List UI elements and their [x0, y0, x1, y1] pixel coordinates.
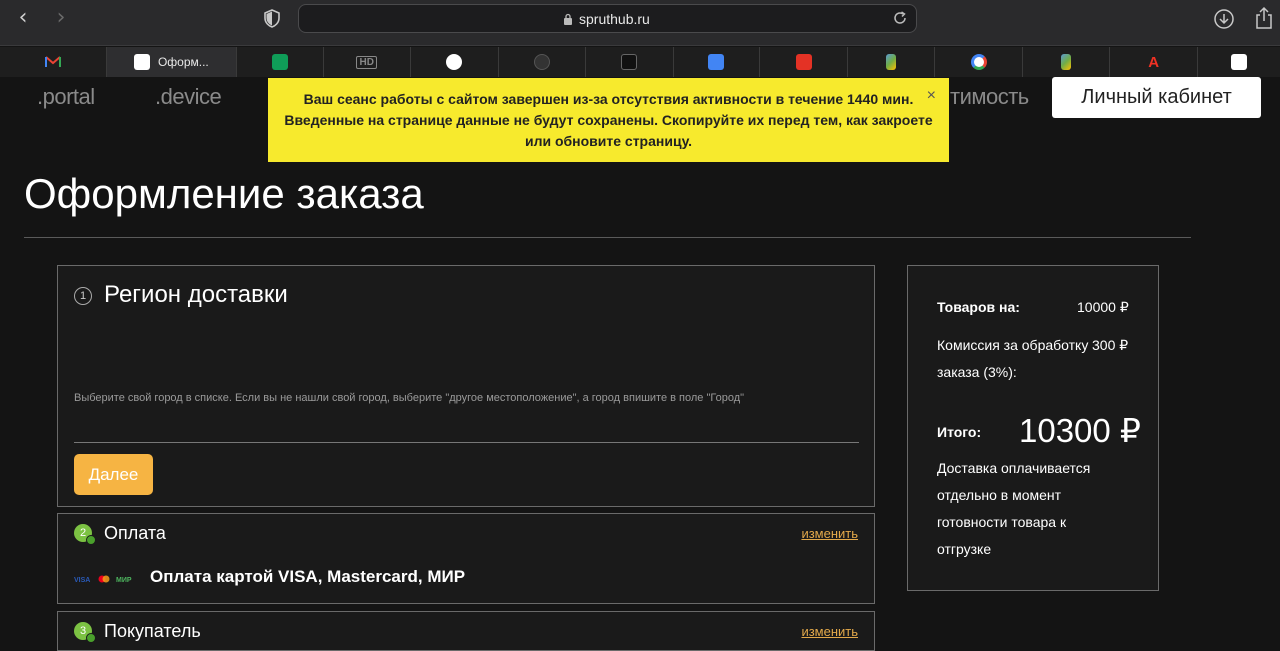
tab-arrow[interactable] [411, 47, 499, 77]
tab-bar: Оформ... HD A [0, 47, 1280, 77]
forward-button[interactable]: › [49, 7, 73, 31]
hd-icon: HD [356, 55, 377, 69]
fee-label-2: заказа (3%): [937, 364, 1017, 380]
delivery-region-panel: 1 Регион доставки Выберите свой город в … [57, 265, 875, 507]
tab-aliexpress[interactable] [760, 47, 849, 77]
svg-text:VISA: VISA [74, 577, 90, 584]
goods-label: Товаров на: [937, 299, 1020, 315]
alert-line-3: или обновите страницу. [524, 133, 693, 149]
spruthub-favicon [1231, 54, 1248, 70]
title-divider [24, 237, 1191, 238]
total-label: Итого: [937, 424, 982, 440]
buyer-panel: 3 Покупатель изменить [57, 611, 875, 651]
payment-title: Оплата [104, 523, 166, 543]
google-sheets-icon [271, 54, 288, 70]
account-button[interactable]: Личный кабинет [1052, 77, 1261, 118]
step-done-badge: 2 [74, 524, 96, 545]
tab-sheets[interactable] [237, 47, 324, 77]
total-value: 10300 ₽ [1019, 412, 1141, 449]
tab-hd[interactable]: HD [324, 47, 411, 77]
back-button[interactable]: ‹ [11, 7, 35, 31]
alert-line-2: Введенные на странице данные не будут со… [284, 112, 933, 128]
spruthub-favicon [133, 54, 150, 70]
bomb-icon [533, 54, 550, 70]
change-buyer-link[interactable]: изменить [801, 624, 858, 639]
svg-text:МИР: МИР [116, 577, 132, 584]
tab-gmail[interactable] [0, 47, 107, 77]
nav-portal[interactable]: .portal [37, 84, 95, 110]
privacy-shield-icon[interactable] [263, 9, 281, 28]
tab-translate[interactable] [674, 47, 761, 77]
delivery-note: Доставка оплачивается отдельно в момент … [937, 460, 1091, 557]
city-input[interactable] [74, 442, 859, 443]
tab-alfabank[interactable]: A [1110, 47, 1199, 77]
google-translate-icon [708, 54, 725, 70]
step-number: 3 [79, 625, 87, 637]
region-hint: Выберите свой город в списке. Если вы не… [74, 392, 745, 404]
colorful-p-icon [1061, 54, 1072, 70]
step-number: 2 [79, 527, 87, 539]
payment-panel: 2 Оплата изменить VISA МИР Оплата картой… [57, 513, 875, 604]
tab-label: Оформ... [157, 55, 209, 69]
alfabank-icon: A [1148, 53, 1160, 71]
downloads-icon[interactable] [1213, 8, 1235, 30]
colorful-p-icon [886, 54, 897, 70]
card-logos-icon: VISA МИР [74, 575, 132, 584]
tab-p1[interactable] [848, 47, 936, 77]
tab-google[interactable] [935, 47, 1024, 77]
close-icon[interactable]: × [927, 85, 936, 106]
order-summary-panel: Товаров на: 10000 ₽ Комиссия за обработк… [907, 265, 1159, 591]
lock-icon [564, 13, 572, 25]
payment-method: Оплата картой VISA, Mastercard, МИР [150, 567, 466, 586]
nav-device[interactable]: .device [155, 84, 222, 110]
goods-value: 10000 ₽ [1077, 299, 1129, 315]
check-icon [86, 535, 96, 545]
tab-p2[interactable] [1023, 47, 1111, 77]
page-title: Оформление заказа [24, 170, 424, 217]
tab-bomb[interactable] [499, 47, 586, 77]
session-expired-alert: Ваш сеанс работы с сайтом завершен из-за… [268, 78, 949, 162]
fee-value: 300 ₽ [1092, 337, 1129, 353]
next-button[interactable]: Далее [74, 454, 153, 495]
tab-checkout[interactable]: Оформ... [106, 47, 237, 77]
gmail-icon [44, 56, 61, 67]
dark-square-icon [621, 54, 638, 70]
tab-dark[interactable] [586, 47, 674, 77]
tab-spruthub-2[interactable] [1198, 47, 1280, 77]
step-done-badge: 3 [74, 622, 96, 643]
address-bar[interactable]: spruthub.ru [298, 4, 917, 33]
step-number: 1 [74, 287, 92, 305]
buyer-title: Покупатель [104, 621, 201, 641]
browser-toolbar: ‹ › spruthub.ru [0, 0, 1280, 46]
region-title: Регион доставки [104, 281, 288, 308]
change-payment-link[interactable]: изменить [801, 526, 858, 541]
nav-cost[interactable]: тимость [950, 84, 1029, 110]
reload-icon[interactable] [892, 10, 908, 26]
arrow-circle-icon [446, 54, 463, 70]
google-icon [970, 54, 987, 70]
share-icon[interactable] [1255, 6, 1273, 30]
alert-line-1: Ваш сеанс работы с сайтом завершен из-за… [303, 91, 914, 107]
url-text: spruthub.ru [579, 11, 650, 27]
fee-label: Комиссия за обработку [937, 337, 1089, 353]
aliexpress-icon [795, 54, 812, 70]
